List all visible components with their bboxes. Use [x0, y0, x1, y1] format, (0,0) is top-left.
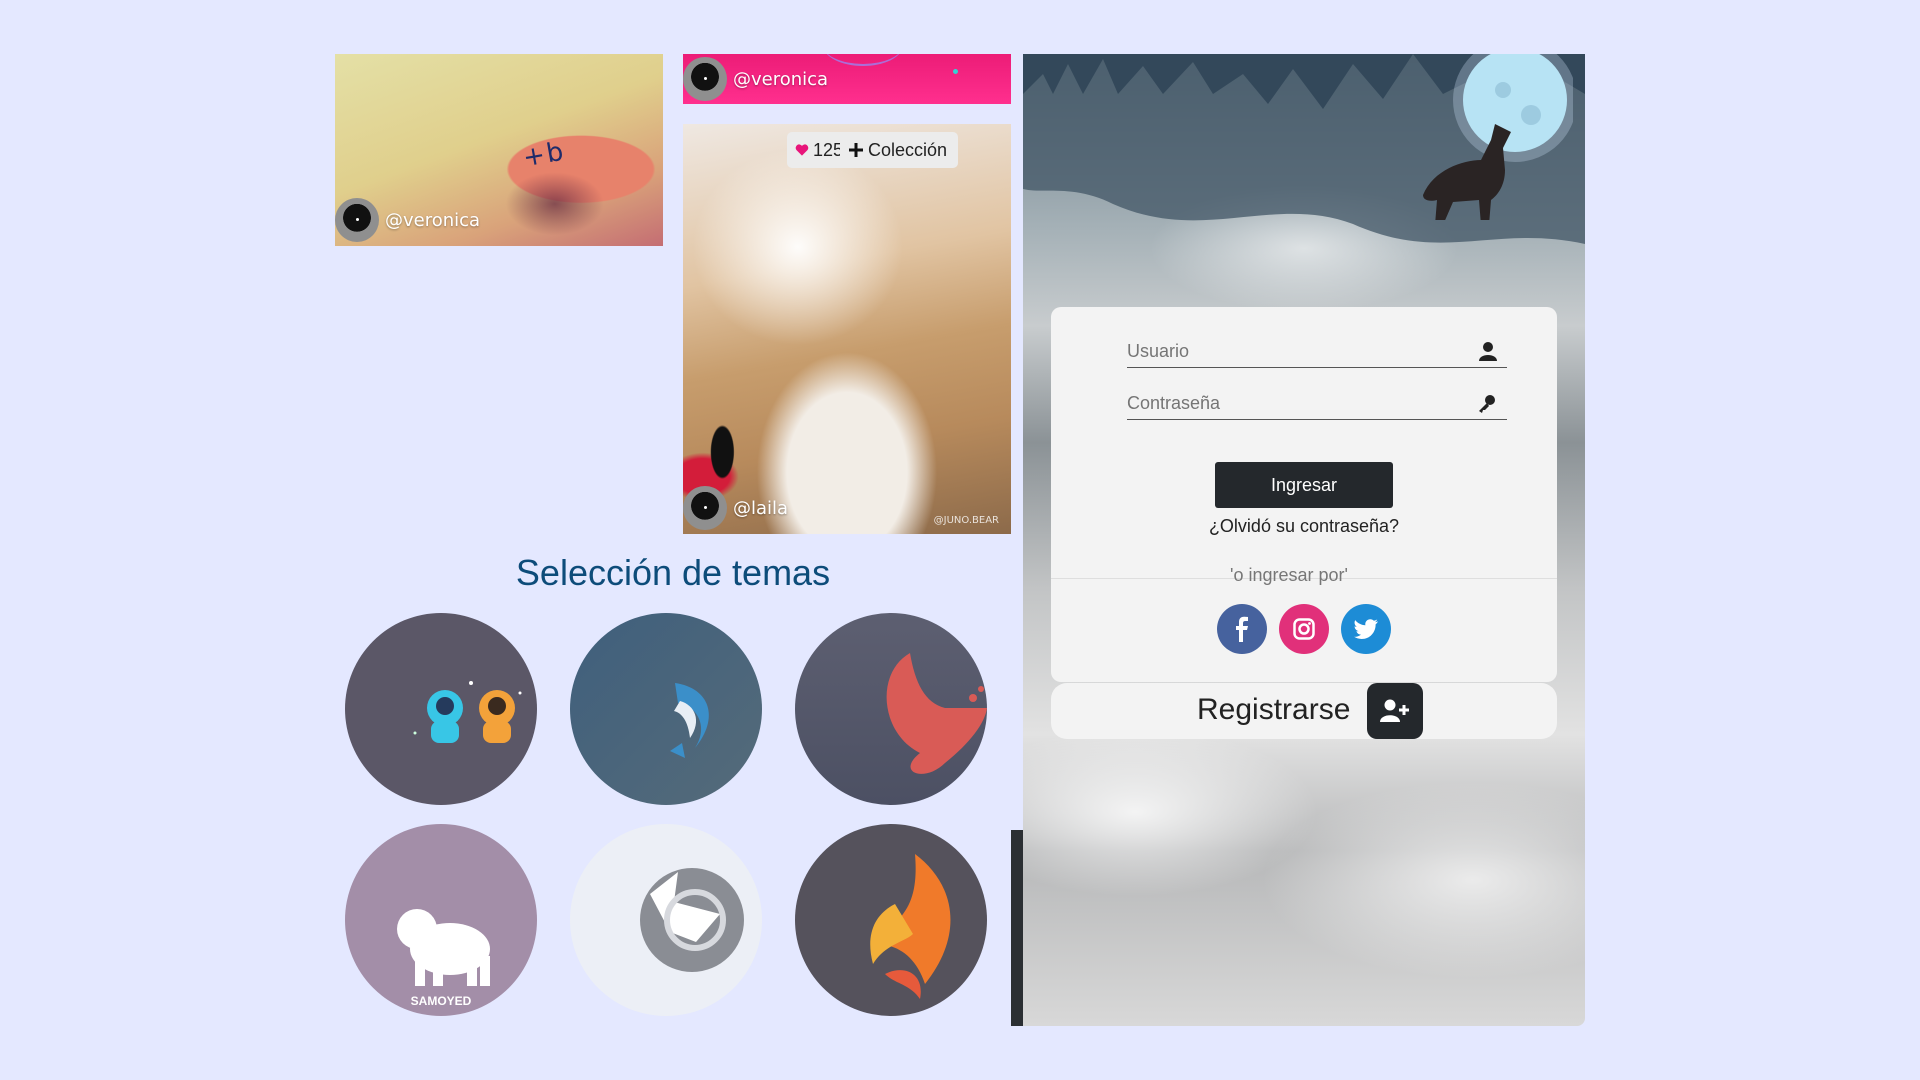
- password-input[interactable]: [1127, 385, 1457, 418]
- feed-card[interactable]: 1256 Colección @JUNO.BEAR @laila: [683, 124, 1011, 534]
- social-login-label: 'o ingresar por': [1230, 565, 1348, 585]
- plus-icon: [849, 143, 863, 157]
- password-field[interactable]: [1127, 385, 1507, 420]
- instagram-button[interactable]: [1279, 604, 1329, 654]
- phoenix-icon: [870, 854, 951, 999]
- instagram-icon: [1293, 618, 1315, 640]
- card-user[interactable]: @veronica: [683, 57, 828, 101]
- forgot-password-link[interactable]: ¿Olvidó su contraseña?: [1051, 516, 1557, 537]
- scroll-edge: [1011, 830, 1023, 1026]
- theme-phoenix[interactable]: [795, 824, 987, 1016]
- whale-icon: [886, 653, 987, 774]
- register-bar[interactable]: Registrarse: [1051, 683, 1557, 739]
- avatar: [683, 57, 727, 101]
- themes-title: Selección de temas: [515, 552, 831, 593]
- register-label: Registrarse: [1197, 693, 1351, 726]
- avatar: [335, 198, 379, 242]
- moon-wolf-icon: [1423, 54, 1573, 220]
- facebook-icon: [1236, 616, 1248, 642]
- theme-samoyed[interactable]: SAMOYED: [345, 824, 537, 1016]
- register-button[interactable]: [1367, 683, 1423, 739]
- avatar: [683, 486, 727, 530]
- username: @laila: [733, 497, 789, 519]
- username: @veronica: [385, 209, 481, 231]
- username: @veronica: [733, 68, 829, 90]
- samoyed-caption: SAMOYED: [410, 994, 472, 1008]
- key-icon: [1479, 395, 1495, 413]
- heart-icon: [795, 144, 809, 156]
- login-form: Ingresar ¿Olvidó su contraseña? 'o ingre…: [1051, 307, 1557, 682]
- theme-shark[interactable]: [570, 613, 762, 805]
- login-button[interactable]: Ingresar: [1215, 462, 1393, 508]
- username-input[interactable]: [1127, 333, 1457, 366]
- ink-mark: +b: [520, 136, 568, 174]
- card-user[interactable]: @veronica: [335, 198, 480, 242]
- facebook-button[interactable]: [1217, 604, 1267, 654]
- twitter-button[interactable]: [1341, 604, 1391, 654]
- username-field[interactable]: [1127, 333, 1507, 368]
- user-icon: [1479, 342, 1497, 361]
- shark-icon: [670, 683, 709, 758]
- watermark: @JUNO.BEAR: [933, 515, 999, 526]
- card-user[interactable]: @laila: [683, 486, 788, 530]
- decorative-dot: [953, 69, 958, 74]
- twitter-icon: [1354, 619, 1378, 639]
- theme-wolf[interactable]: [570, 824, 762, 1016]
- add-to-collection-button[interactable]: Colección: [840, 132, 958, 168]
- samoyed-icon: [397, 909, 490, 986]
- theme-astronauts[interactable]: [345, 613, 537, 805]
- astronauts-icon: [413, 681, 522, 743]
- add-user-icon: [1380, 699, 1409, 722]
- wolf-icon: [640, 868, 744, 972]
- decorative-arc: [823, 54, 903, 66]
- theme-whale[interactable]: [795, 613, 987, 805]
- feed-card[interactable]: +b @veronica: [335, 54, 663, 246]
- feed-card[interactable]: @veronica: [683, 54, 1011, 104]
- collection-label: Colección: [868, 139, 948, 160]
